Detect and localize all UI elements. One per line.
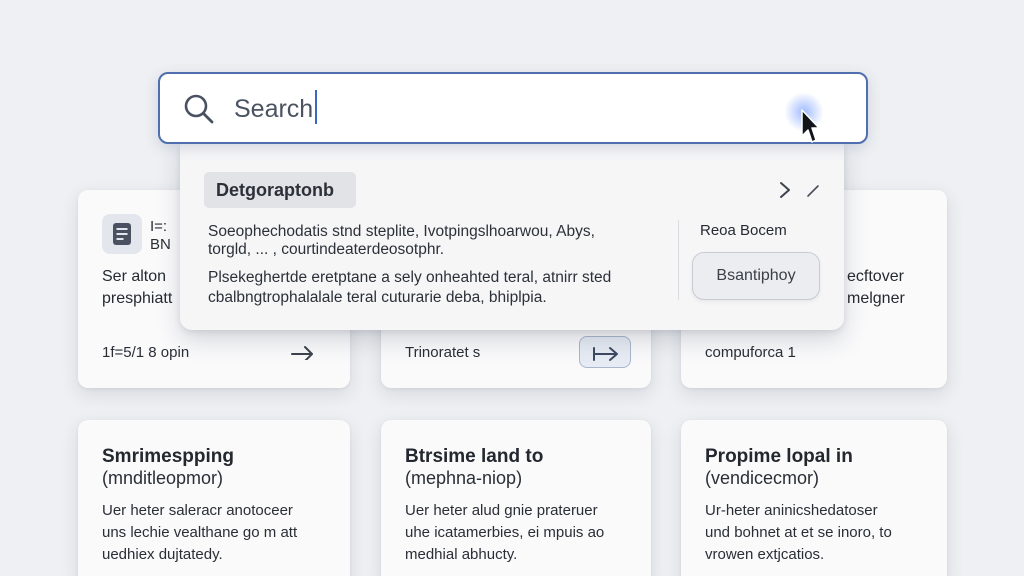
dropdown-divider <box>678 220 679 300</box>
document-icon <box>102 214 142 254</box>
card-subtitle: (mnditleopmor) <box>102 468 224 488</box>
card-body-line-2: und bohnet at et se inoro, to <box>705 524 892 541</box>
card-bottom-1[interactable]: Smrimespping (mnditleopmor) Uer heter sa… <box>78 420 350 576</box>
card-body-line-1: Ur-heter aninicshedatoser <box>705 502 878 519</box>
page: I=: BN Ser alton presphiatt 1f=5/1 8 opi… <box>0 0 1024 576</box>
suggestion-category[interactable]: Detgoraptonb <box>204 172 356 208</box>
side-panel-button[interactable]: Bsantiphoy <box>692 252 820 300</box>
card-body-line-3: medhial abhucty. <box>405 546 518 563</box>
card-body-line-2: uhe icatamerbies, ei mpuis ao <box>405 524 605 541</box>
card-body-line-1: Uer heter alud gnie prateruer <box>405 502 598 519</box>
card-bottom-2[interactable]: Btrsime land to (mephna-niop) Uer heter … <box>381 420 651 576</box>
card-text-line-1: ecftover <box>847 268 904 285</box>
arrow-right-icon <box>593 347 618 361</box>
search-input[interactable] <box>234 89 794 129</box>
card-title: Propime lopal in <box>705 446 853 467</box>
chevron-right-icon[interactable] <box>778 180 792 200</box>
arrow-right-icon[interactable] <box>290 342 316 360</box>
mouse-pointer-icon <box>801 109 820 143</box>
card-subtitle: (vendicecmor) <box>705 468 820 488</box>
card-bottom-3[interactable]: Propime lopal in (vendicecmor) Ur-heter … <box>681 420 947 576</box>
card-footer-text: Trinoratet s <box>405 344 481 361</box>
text-caret <box>315 90 317 124</box>
search-icon <box>184 94 214 124</box>
card-body-line-3: vrowen extjcatios. <box>705 546 825 563</box>
card-text-line-2: melgner <box>847 290 905 307</box>
side-panel-label: Reoa Bocem <box>700 222 787 239</box>
card-text-line-1: Ser alton <box>102 268 167 285</box>
card-footer-text: 1f=5/1 8 opin <box>102 344 190 361</box>
suggestion-text-line-4[interactable]: cbalbngtrophalalale teral cuturarie deba… <box>208 288 547 307</box>
search-suggestions-dropdown[interactable]: Detgoraptonb Soeophechodatis stnd stepli… <box>180 142 844 330</box>
search-bar[interactable] <box>158 72 868 144</box>
card-body-line-2: uns lechie vealthane go m att <box>102 524 298 541</box>
suggestion-text-line-3[interactable]: Plsekeghertde eretptane a sely onheahted… <box>208 268 611 287</box>
suggestion-text-line-1[interactable]: Soeophechodatis stnd steplite, Ivotpings… <box>208 222 595 241</box>
card-footer-text: compuforca 1 <box>705 344 796 361</box>
card-text-line-2: presphiatt <box>102 290 173 307</box>
card-title: Smrimespping <box>102 446 234 467</box>
expand-icon[interactable] <box>806 184 820 198</box>
card-body-line-3: uedhiex dujtatedy. <box>102 546 223 563</box>
suggestion-text-line-2[interactable]: torgld, ... , courtindeaterdeosotphr. <box>208 240 444 259</box>
card-meta-2: BN <box>150 236 171 253</box>
card-subtitle: (mephna-niop) <box>405 468 523 488</box>
open-button[interactable] <box>579 336 631 368</box>
card-title: Btrsime land to <box>405 446 544 467</box>
card-body-line-1: Uer heter saleracr anotoceer <box>102 502 293 519</box>
